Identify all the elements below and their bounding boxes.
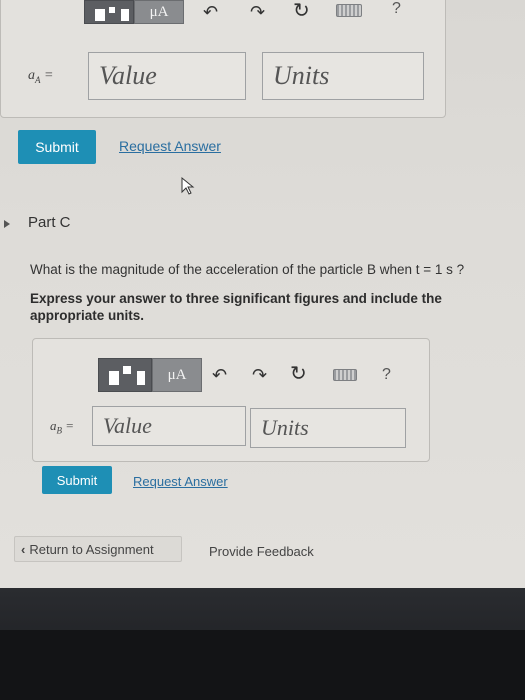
templates-icon[interactable] (84, 0, 134, 24)
help-icon[interactable]: ? (382, 366, 391, 384)
desk-edge (0, 630, 525, 700)
units-placeholder: Units (273, 61, 330, 90)
keyboard-icon[interactable] (336, 4, 362, 17)
request-answer-link-part-c[interactable]: Request Answer (133, 474, 228, 489)
return-label: Return to Assignment (29, 541, 154, 557)
request-answer-link-part-b[interactable]: Request Answer (119, 138, 221, 154)
collapse-arrow-icon[interactable] (4, 220, 10, 228)
redo-icon[interactable]: ↷ (250, 3, 265, 21)
mu-units-icon[interactable]: μA (134, 0, 184, 24)
value-placeholder: Value (103, 413, 152, 438)
reset-icon[interactable]: ↻ (290, 364, 307, 384)
mu-units-icon[interactable]: μA (152, 358, 202, 392)
chevron-left-icon: ‹ (21, 541, 26, 557)
mu-units-label: μA (167, 367, 187, 383)
provide-feedback-link[interactable]: Provide Feedback (209, 544, 314, 559)
reset-icon[interactable]: ↻ (293, 1, 310, 21)
instructions-text: Express your answer to three significant… (30, 291, 442, 323)
units-input-part-c[interactable]: Units (250, 408, 406, 448)
question-text: What is the magnitude of the acceleratio… (30, 262, 465, 277)
variable-label-a-a: aA = (28, 68, 54, 85)
submit-label: Submit (35, 139, 79, 155)
screen: μA ↶ ↷ ↻ ? aA = Value Units Submit Reque… (0, 0, 525, 588)
part-c-title[interactable]: Part C (28, 214, 71, 231)
value-placeholder: Value (99, 61, 157, 90)
cursor-icon (181, 176, 195, 195)
value-input-part-b[interactable]: Value (88, 52, 246, 100)
keyboard-icon[interactable] (333, 369, 357, 381)
submit-button-part-b[interactable]: Submit (18, 130, 96, 164)
redo-icon[interactable]: ↷ (252, 366, 267, 384)
units-placeholder: Units (261, 415, 309, 440)
mu-units-label: μA (149, 4, 169, 20)
undo-icon[interactable]: ↶ (203, 3, 218, 21)
submit-button-part-c[interactable]: Submit (42, 466, 112, 494)
return-to-assignment-button[interactable]: ‹ Return to Assignment (14, 536, 182, 562)
variable-label-a-b: aB = (50, 418, 75, 436)
templates-icon[interactable] (98, 358, 152, 392)
help-icon[interactable]: ? (392, 0, 401, 18)
units-input-part-b[interactable]: Units (262, 52, 424, 100)
undo-icon[interactable]: ↶ (212, 366, 227, 384)
submit-label: Submit (56, 472, 98, 488)
value-input-part-c[interactable]: Value (92, 406, 246, 446)
